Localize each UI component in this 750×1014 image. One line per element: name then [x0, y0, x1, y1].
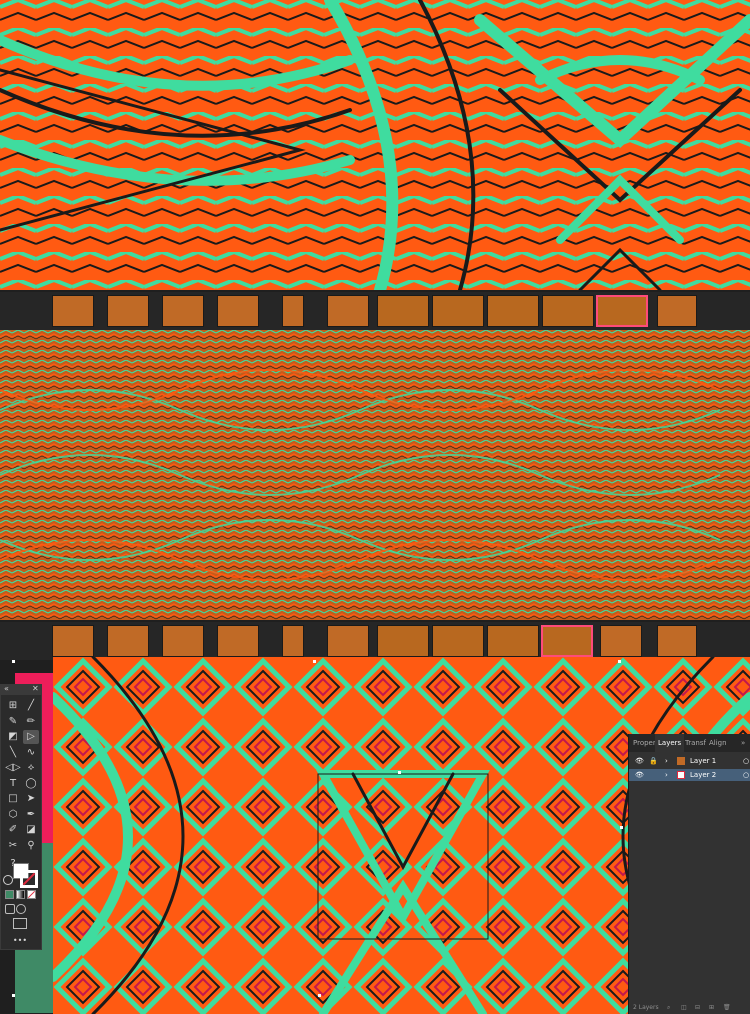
artboard-thumbnail[interactable]: [282, 295, 304, 327]
panel-overflow-icon[interactable]: »: [741, 734, 745, 752]
artboard-thumbnail[interactable]: [432, 625, 484, 657]
artboard-thumbnail[interactable]: [487, 295, 539, 327]
stroke-swatch[interactable]: [20, 870, 38, 888]
layer-thumbnail: [677, 757, 685, 765]
delete-layer-icon[interactable]: 🗑: [723, 1002, 731, 1014]
artboard-thumbnail-selected[interactable]: [596, 295, 648, 327]
create-sublayer-icon[interactable]: ⊟: [695, 1002, 700, 1014]
expand-chevron-icon[interactable]: ›: [665, 769, 668, 781]
artboard-thumbnail[interactable]: [217, 295, 259, 327]
tab-properties[interactable]: Proper: [633, 734, 656, 752]
blob-brush-tool-icon[interactable]: ✐: [5, 823, 21, 837]
tab-transform[interactable]: Transf: [685, 734, 706, 752]
artboard-thumbnail[interactable]: [657, 625, 697, 657]
screen-mode-icon[interactable]: [13, 918, 27, 929]
new-layer-icon[interactable]: ⊞: [709, 1002, 714, 1014]
layer-row-selected[interactable]: 👁 › Layer 2 ○: [629, 769, 750, 781]
tab-align[interactable]: Align: [709, 734, 727, 752]
expand-chevron-icon[interactable]: ›: [665, 755, 668, 767]
artboard-thumbnail-selected[interactable]: [541, 625, 593, 657]
target-circle-icon[interactable]: ○: [743, 755, 749, 767]
swap-fill-stroke-icon[interactable]: [3, 875, 13, 885]
selection-handle[interactable]: [313, 660, 316, 663]
artboard-thumbnail[interactable]: [107, 295, 149, 327]
gradient-tool-icon[interactable]: ◪: [23, 823, 39, 837]
layer-count: 2 Layers: [633, 1004, 659, 1011]
scissors-tool-icon[interactable]: ✂: [5, 839, 21, 853]
artboard-thumbnail[interactable]: [432, 295, 484, 327]
artboard-thumbnail[interactable]: [52, 625, 94, 657]
eraser-tool-icon[interactable]: ◩: [5, 730, 21, 744]
artboard-thumbnail[interactable]: [542, 295, 594, 327]
rectangle-tool-icon[interactable]: □: [5, 792, 21, 806]
ellipse-tool-icon[interactable]: ◯: [23, 777, 39, 791]
layer-name[interactable]: Layer 1: [690, 755, 716, 767]
selection-handle[interactable]: [398, 771, 401, 774]
layer-row[interactable]: 👁 🔒 › Layer 1 ○: [629, 755, 750, 767]
panel-tab-bar: Proper Layers Transf Align »: [629, 734, 750, 752]
close-panel-icon[interactable]: ✕: [32, 684, 39, 694]
selection-tool-icon[interactable]: ➤: [23, 792, 39, 806]
artboard-thumbnail[interactable]: [282, 625, 304, 657]
artboard-thumbnail[interactable]: [162, 295, 204, 327]
selection-handle[interactable]: [318, 994, 321, 997]
zoom-tool-icon[interactable]: ⚲: [23, 839, 39, 853]
artboard-thumbnail[interactable]: [487, 625, 539, 657]
lasso-tool-icon[interactable]: ∿: [23, 746, 39, 760]
make-clipping-mask-icon[interactable]: ◫: [681, 1002, 687, 1014]
layer-name[interactable]: Layer 2: [690, 769, 716, 781]
tools-panel-header[interactable]: « ✕: [1, 684, 41, 695]
artboard-thumbnail-strip: [0, 622, 750, 660]
none-mode-icon[interactable]: [27, 890, 36, 899]
layer-thumbnail: [677, 771, 685, 779]
paintbrush-tool-icon[interactable]: ╱: [23, 699, 39, 713]
selection-handle[interactable]: [618, 660, 621, 663]
more-tools-icon[interactable]: •••: [9, 934, 31, 948]
artboard-thumbnail[interactable]: [377, 295, 429, 327]
artboard-thumbnail[interactable]: [657, 295, 697, 327]
fill-stroke-swatch[interactable]: [13, 863, 38, 888]
lock-icon[interactable]: 🔒: [649, 755, 658, 767]
tab-layers[interactable]: Layers: [655, 734, 685, 752]
selection-handle[interactable]: [12, 994, 15, 997]
artboard-thumbnail[interactable]: [377, 625, 429, 657]
tools-panel: « ✕ ⊞╱✎✏◩▷╲∿◁▷⟡T◯□➤⬡✒✐◪✂⚲ ? •••: [0, 684, 42, 950]
polygon-tool-icon[interactable]: ⬡: [5, 808, 21, 822]
selection-handle[interactable]: [12, 660, 15, 663]
pattern-artwork-top: [0, 0, 750, 290]
artboard-thumbnail[interactable]: [52, 295, 94, 327]
artboard-thumbnail[interactable]: [327, 295, 369, 327]
visibility-eye-icon[interactable]: 👁: [635, 755, 644, 767]
artboard-thumbnail[interactable]: [162, 625, 204, 657]
direct-selection-tool-icon[interactable]: ▷: [23, 730, 39, 744]
artboard-thumbnail[interactable]: [217, 625, 259, 657]
type-tool-icon[interactable]: T: [5, 777, 21, 791]
artboard-thumbnail-strip: [0, 292, 750, 330]
canvas-artwork-top: [0, 0, 750, 290]
canvas-artwork-middle: [0, 330, 750, 620]
pen-tool-icon[interactable]: ✒: [23, 808, 39, 822]
pencil-tool-icon[interactable]: ✏: [23, 715, 39, 729]
color-mode-icon[interactable]: [5, 890, 14, 899]
pattern-artwork-middle: [0, 330, 750, 620]
artboard-tool-icon[interactable]: ⊞: [5, 699, 21, 713]
line-tool-icon[interactable]: ╲: [5, 746, 21, 760]
artboard-thumbnail[interactable]: [107, 625, 149, 657]
layers-panel: Proper Layers Transf Align » 👁 🔒 › Layer…: [628, 734, 750, 1014]
shaper-tool-icon[interactable]: ✎: [5, 715, 21, 729]
artboard-thumbnail[interactable]: [327, 625, 369, 657]
draw-behind-icon[interactable]: [16, 904, 26, 914]
selection-handle[interactable]: [620, 826, 623, 829]
collapse-panel-icon[interactable]: «: [4, 684, 9, 694]
target-circle-icon[interactable]: ○: [743, 769, 749, 781]
artboard-thumbnail[interactable]: [600, 625, 642, 657]
gradient-mode-icon[interactable]: [16, 890, 25, 899]
width-tool-icon[interactable]: ⟡: [23, 761, 39, 775]
draw-mode-icon[interactable]: [5, 904, 15, 914]
locate-object-icon[interactable]: ⌕: [667, 1002, 670, 1014]
visibility-eye-icon[interactable]: 👁: [635, 769, 644, 781]
layers-panel-footer: 2 Layers ⌕ ◫ ⊟ ⊞ 🗑: [629, 1002, 750, 1014]
reflect-tool-icon[interactable]: ◁▷: [5, 761, 21, 775]
